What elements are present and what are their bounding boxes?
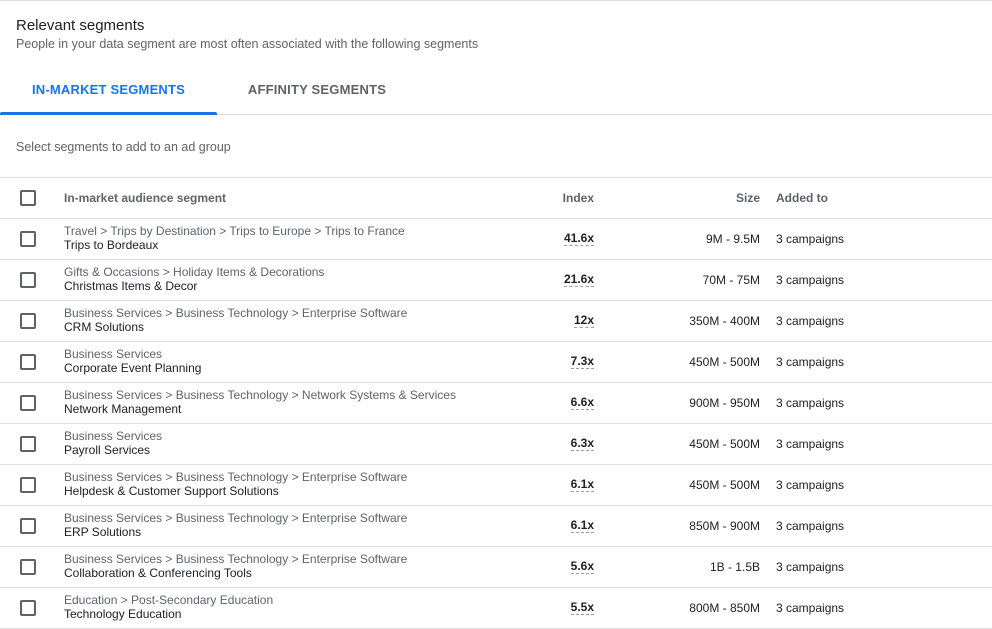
segment-name: ERP Solutions: [64, 525, 142, 539]
row-checkbox[interactable]: [20, 272, 36, 288]
index-value[interactable]: 5.5x: [570, 600, 594, 615]
index-value[interactable]: 21.6x: [563, 272, 594, 287]
segment-name: Corporate Event Planning: [64, 361, 202, 375]
segment-path: Business Services: [64, 429, 163, 443]
size-value: 850M - 900M: [689, 519, 760, 533]
added-to-value: 3 campaigns: [776, 232, 845, 246]
column-header-added-to[interactable]: Added to: [776, 191, 828, 205]
segment-path: Business Services: [64, 347, 163, 361]
size-value: 1B - 1.5B: [709, 560, 760, 574]
column-header-index[interactable]: Index: [563, 191, 594, 205]
table-row[interactable]: Business Services > Business Technology …: [0, 506, 992, 547]
size-value: 70M - 75M: [702, 273, 760, 287]
table-row[interactable]: Gifts & Occasions > Holiday Items & Deco…: [0, 260, 992, 301]
row-checkbox[interactable]: [20, 600, 36, 616]
row-checkbox[interactable]: [20, 477, 36, 493]
size-value: 800M - 850M: [689, 601, 760, 615]
column-header-segment[interactable]: In-market audience segment: [64, 191, 226, 205]
added-to-value: 3 campaigns: [776, 519, 845, 533]
row-checkbox[interactable]: [20, 231, 36, 247]
segment-path: Business Services > Business Technology …: [64, 470, 408, 484]
index-value[interactable]: 6.1x: [570, 518, 594, 533]
size-value: 900M - 950M: [689, 396, 760, 410]
top-divider: [0, 0, 992, 1]
size-value: 450M - 500M: [689, 355, 760, 369]
added-to-value: 3 campaigns: [776, 355, 845, 369]
section-title: Relevant segments: [16, 17, 145, 34]
added-to-value: 3 campaigns: [776, 478, 845, 492]
tab-affinity-segments[interactable]: AFFINITY SEGMENTS: [217, 66, 417, 114]
row-checkbox[interactable]: [20, 518, 36, 534]
size-value: 9M - 9.5M: [705, 232, 760, 246]
added-to-value: 3 campaigns: [776, 560, 845, 574]
segment-path: Business Services > Business Technology …: [64, 511, 408, 525]
segment-name: Network Management: [64, 402, 182, 416]
index-value[interactable]: 41.6x: [563, 231, 594, 246]
table-row[interactable]: Travel > Trips by Destination > Trips to…: [0, 219, 992, 260]
index-value[interactable]: 6.6x: [570, 395, 594, 410]
added-to-value: 3 campaigns: [776, 273, 845, 287]
segment-path: Gifts & Occasions > Holiday Items & Deco…: [64, 265, 325, 279]
index-value[interactable]: 12x: [573, 313, 594, 328]
segment-tabs: IN-MARKET SEGMENTS AFFINITY SEGMENTS: [0, 66, 992, 115]
segment-name: Collaboration & Conferencing Tools: [64, 566, 252, 580]
row-checkbox[interactable]: [20, 436, 36, 452]
added-to-value: 3 campaigns: [776, 396, 845, 410]
added-to-value: 3 campaigns: [776, 601, 845, 615]
table-row[interactable]: Business Services > Business Technology …: [0, 383, 992, 424]
row-checkbox[interactable]: [20, 395, 36, 411]
size-value: 450M - 500M: [689, 437, 760, 451]
size-value: 350M - 400M: [689, 314, 760, 328]
table-row[interactable]: Business Services > Business Technology …: [0, 547, 992, 588]
segment-name: Payroll Services: [64, 443, 151, 457]
segment-path: Business Services > Business Technology …: [64, 388, 456, 402]
segment-name: Christmas Items & Decor: [64, 279, 198, 293]
segment-name: Technology Education: [64, 607, 182, 621]
segment-path: Business Services > Business Technology …: [64, 552, 408, 566]
index-value[interactable]: 6.3x: [570, 436, 594, 451]
segment-name: Trips to Bordeaux: [64, 238, 159, 252]
table-body: Travel > Trips by Destination > Trips to…: [0, 219, 992, 629]
added-to-value: 3 campaigns: [776, 437, 845, 451]
table-header-row: In-market audience segment Index Size Ad…: [0, 178, 992, 219]
column-header-size[interactable]: Size: [736, 191, 760, 205]
segment-name: CRM Solutions: [64, 320, 145, 334]
segment-path: Business Services > Business Technology …: [64, 306, 408, 320]
table-row[interactable]: Business Services > Business Technology …: [0, 465, 992, 506]
table-row[interactable]: Business Services Payroll Services 6.3x 450…: [0, 424, 992, 465]
row-checkbox[interactable]: [20, 559, 36, 575]
tab-in-market-segments[interactable]: IN-MARKET SEGMENTS: [0, 66, 217, 115]
table-row[interactable]: Business Services Corporate Event Plannin…: [0, 342, 992, 383]
index-value[interactable]: 6.1x: [570, 477, 594, 492]
table-row[interactable]: Business Services > Business Technology …: [0, 301, 992, 342]
section-subtitle: People in your data segment are most oft…: [16, 37, 479, 51]
segment-path: Education > Post-Secondary Education: [64, 593, 274, 607]
table-row[interactable]: Education > Post-Secondary Education Tech…: [0, 588, 992, 629]
section-header: Relevant segments People in your data se…: [16, 17, 478, 52]
segment-path: Travel > Trips by Destination > Trips to…: [64, 224, 405, 238]
size-value: 450M - 500M: [689, 478, 760, 492]
segments-table: In-market audience segment Index Size Ad…: [0, 178, 992, 629]
row-checkbox[interactable]: [20, 313, 36, 329]
select-all-checkbox[interactable]: [20, 190, 36, 206]
index-value[interactable]: 5.6x: [570, 559, 594, 574]
segment-name: Helpdesk & Customer Support Solutions: [64, 484, 279, 498]
row-checkbox[interactable]: [20, 354, 36, 370]
added-to-value: 3 campaigns: [776, 314, 845, 328]
selection-hint: Select segments to add to an ad group: [16, 140, 231, 154]
index-value[interactable]: 7.3x: [570, 354, 594, 369]
